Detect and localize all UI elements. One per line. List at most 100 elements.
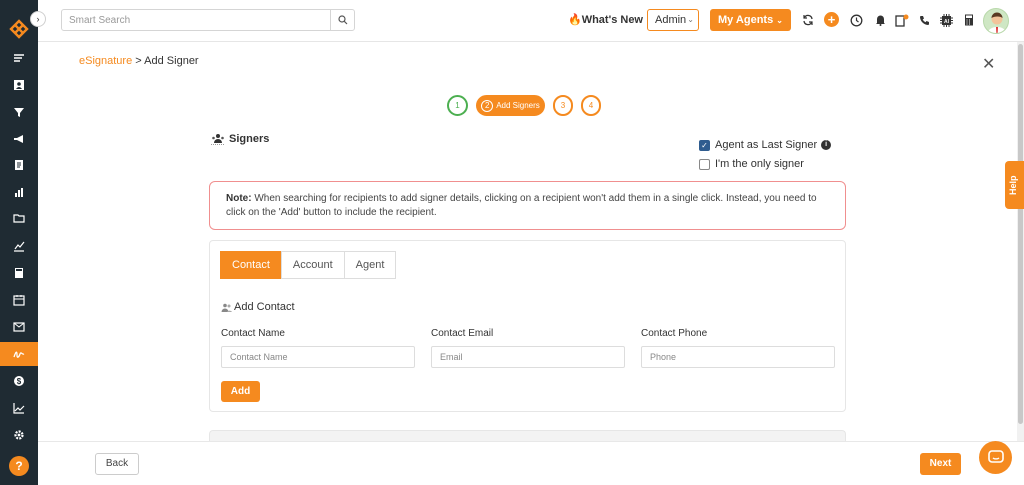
refresh-icon — [803, 14, 813, 26]
step-4[interactable]: 4 — [581, 95, 601, 116]
step-3[interactable]: 3 — [553, 95, 573, 116]
sidebar-item-documents[interactable] — [0, 153, 38, 177]
role-select-value: Admin — [655, 14, 687, 26]
step-number: 2 — [481, 99, 494, 112]
step-number: 4 — [588, 101, 594, 110]
contact-name-field — [221, 346, 415, 368]
step-number: 3 — [560, 101, 566, 110]
sidebar-item-files[interactable] — [0, 206, 38, 230]
user-avatar[interactable] — [983, 8, 1009, 34]
tab-account[interactable]: Account — [280, 251, 345, 279]
calculator-button[interactable] — [962, 13, 976, 27]
settings-icon — [14, 430, 24, 440]
calendar-icon — [13, 295, 25, 306]
bell-icon — [875, 15, 885, 26]
trend-line-icon — [13, 403, 25, 414]
tab-agent[interactable]: Agent — [343, 251, 397, 279]
whats-new-link[interactable]: 🔥What's New — [568, 13, 643, 26]
search-icon — [337, 15, 347, 25]
whats-new-label: What's New — [581, 14, 643, 26]
note-box: Note: When searching for recipients to a… — [209, 181, 846, 230]
menu-lines-icon — [14, 54, 24, 62]
footer-bar: Back Next — [38, 441, 1024, 485]
sidebar-item-leads[interactable] — [0, 100, 38, 124]
ai-chip-icon: AI — [939, 13, 953, 27]
tab-contact[interactable]: Contact — [220, 251, 282, 279]
add-contact-heading: Add Contact — [221, 301, 295, 313]
add-new-button[interactable]: + — [824, 12, 839, 27]
sidebar-item-esignature[interactable] — [0, 342, 38, 366]
step-1[interactable]: 1 — [447, 95, 468, 116]
recipient-card: Contact Account Agent Add Contact Contac… — [209, 240, 846, 412]
agent-last-signer-checkbox[interactable]: ✓ — [699, 139, 710, 151]
notifications-button[interactable] — [873, 13, 887, 27]
sidebar-item-billing[interactable]: $ — [0, 369, 38, 393]
sidebar-item-settings[interactable] — [0, 423, 38, 447]
contact-phone-input[interactable] — [642, 347, 834, 367]
sidebar-item-analytics[interactable] — [0, 234, 38, 258]
contact-email-input[interactable] — [432, 347, 624, 367]
flame-icon: 🔥 — [568, 14, 582, 26]
chat-button[interactable] — [979, 441, 1012, 474]
top-bar: 🔥What's New Admin ⌄ My Agents ⌄ + AI — [38, 0, 1024, 42]
chevron-down-icon: ⌄ — [776, 16, 783, 25]
sidebar-item-calendar[interactable] — [0, 288, 38, 312]
tasks-button[interactable] — [895, 13, 909, 27]
sidebar-item-mail[interactable] — [0, 315, 38, 339]
step-2[interactable]: 2 Add Signers — [476, 95, 545, 116]
bar-chart-icon — [15, 188, 23, 197]
close-icon[interactable]: ✕ — [982, 57, 995, 73]
history-button[interactable] — [849, 13, 863, 27]
breadcrumb-separator: > — [135, 55, 142, 67]
plus-icon: + — [827, 12, 836, 27]
chat-icon — [987, 450, 1004, 463]
contact-name-input[interactable] — [222, 347, 414, 367]
document-icon — [15, 160, 23, 170]
recipient-type-tabs: Contact Account Agent — [220, 251, 397, 279]
dollar-icon: $ — [14, 376, 24, 386]
help-circle-icon[interactable]: ? — [9, 456, 29, 476]
ai-button[interactable]: AI — [939, 13, 953, 27]
help-tab[interactable]: Help — [1005, 161, 1024, 209]
back-button[interactable]: Back — [95, 453, 139, 475]
sidebar-item-contacts[interactable] — [0, 73, 38, 97]
sidebar-item-calculator[interactable] — [0, 261, 38, 285]
search-button[interactable] — [330, 10, 354, 30]
info-icon[interactable]: i — [821, 140, 832, 150]
role-select[interactable]: Admin ⌄ — [647, 9, 699, 31]
step-number: 1 — [455, 101, 460, 110]
search-input[interactable] — [62, 10, 330, 30]
svg-text:AI: AI — [944, 18, 950, 24]
sidebar-item-menu[interactable] — [0, 46, 38, 70]
clipboard-alert-icon — [895, 14, 909, 27]
breadcrumb-esignature-link[interactable]: eSignature — [79, 55, 132, 67]
smart-search — [61, 9, 355, 31]
contact-name-label: Contact Name — [221, 328, 285, 339]
phone-button[interactable] — [917, 13, 931, 27]
agent-last-signer-option: ✓ Agent as Last Signer i — [699, 139, 832, 151]
contact-phone-label: Contact Phone — [641, 328, 708, 339]
folder-icon — [13, 214, 25, 223]
sidebar-item-trends[interactable] — [0, 396, 38, 420]
add-recipient-button[interactable]: Add — [221, 381, 260, 402]
calculator-icon — [965, 14, 973, 26]
app-logo-icon[interactable] — [9, 19, 29, 39]
contact-phone-field — [641, 346, 835, 368]
megaphone-icon — [14, 135, 23, 143]
signers-group-icon — [211, 134, 225, 145]
analytics-icon — [14, 241, 25, 252]
scrollbar-thumb[interactable] — [1018, 44, 1023, 424]
only-signer-label: I'm the only signer — [715, 158, 804, 170]
contact-card-icon — [14, 80, 24, 90]
signers-heading: Signers — [211, 133, 269, 145]
next-button[interactable]: Next — [920, 453, 961, 475]
only-signer-checkbox[interactable] — [699, 158, 710, 170]
users-icon — [221, 303, 232, 312]
add-contact-title: Add Contact — [234, 301, 295, 313]
sidebar-item-reports[interactable] — [0, 180, 38, 204]
my-agents-button[interactable]: My Agents ⌄ — [710, 9, 791, 31]
sidebar-expand-button[interactable]: › — [30, 11, 46, 27]
refresh-button[interactable] — [801, 13, 815, 27]
sidebar-item-campaigns[interactable] — [0, 127, 38, 151]
contact-email-field — [431, 346, 625, 368]
